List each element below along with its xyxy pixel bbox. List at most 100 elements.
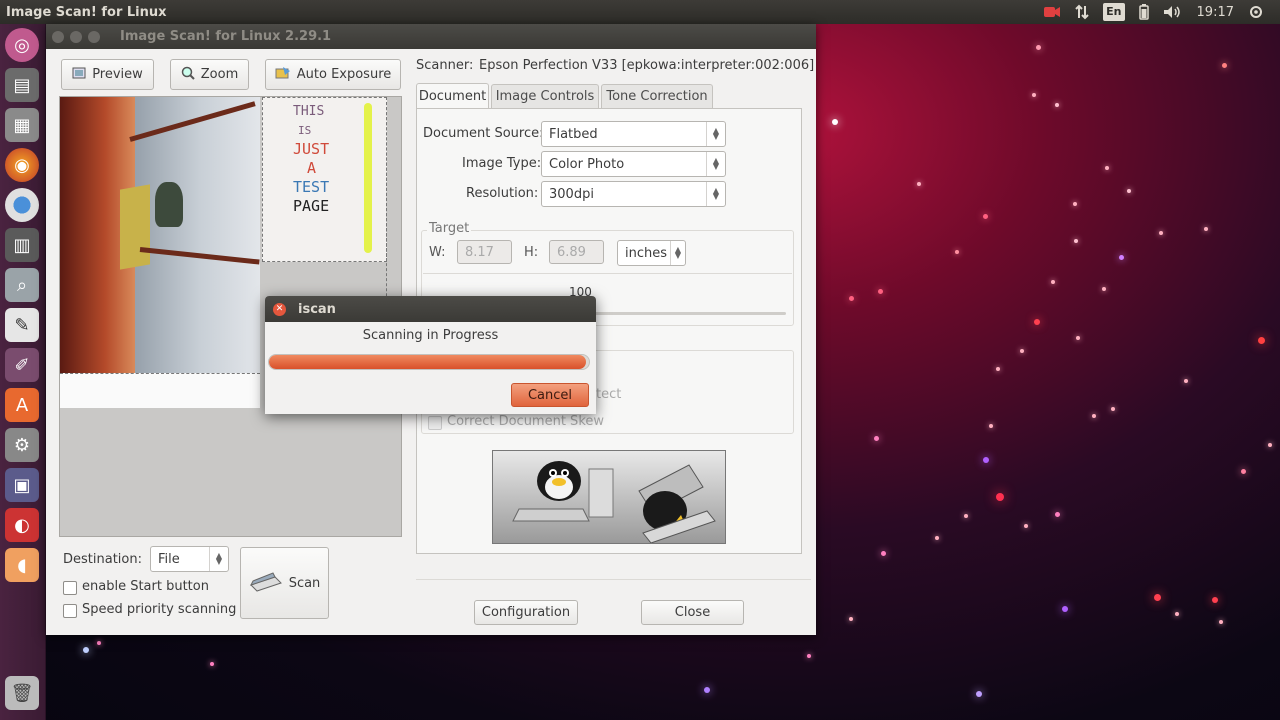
files-icon[interactable]: ▤ [5, 68, 39, 102]
enable-start-label: enable Start button [82, 579, 209, 594]
scan-button[interactable]: Scan [240, 547, 329, 619]
wallpaper-dot [1111, 407, 1115, 411]
wallpaper-dot [1073, 202, 1077, 206]
recording-icon[interactable] [1043, 3, 1061, 21]
unit-select[interactable]: inches ▲ ▼ [617, 240, 686, 266]
wallpaper-dot [704, 687, 710, 693]
wallpaper-dot [210, 662, 214, 666]
destination-select[interactable]: File ▲ ▼ [150, 546, 229, 572]
chevron-updown-icon: ▲ ▼ [209, 547, 228, 571]
volume-icon[interactable] [1163, 3, 1183, 21]
preview-photo-image [60, 97, 260, 407]
image-type-label: Image Type: [462, 156, 542, 171]
window-close-button[interactable] [52, 30, 64, 43]
wallpaper-dot [1240, 468, 1246, 474]
top-panel: Image Scan! for Linux En 19:17 [0, 0, 1280, 24]
wallpaper-dot [996, 493, 1004, 501]
zoom-button[interactable]: Zoom [170, 59, 249, 90]
zoom-icon [181, 66, 195, 84]
media-app-icon[interactable]: ◐ [5, 508, 39, 542]
enable-start-checkbox[interactable] [63, 581, 77, 595]
keyboard-layout-indicator[interactable]: En [1103, 3, 1125, 21]
trash-icon[interactable]: 🗑 [5, 676, 39, 710]
tab-tone-correction-label: Tone Correction [606, 89, 708, 104]
wallpaper-dot [1020, 349, 1024, 353]
close-button[interactable]: Close [641, 600, 744, 625]
wallpaper-dot [1175, 612, 1179, 616]
wallpaper-dot [1105, 166, 1109, 170]
dialog-close-icon[interactable]: ✕ [273, 302, 286, 316]
scanning-progress-dialog: ✕ iscan Scanning in Progress Cancel [265, 296, 596, 414]
document-source-label: Document Source: [423, 126, 544, 141]
wallpaper-dot [1127, 189, 1131, 193]
wallpaper-dot [1268, 443, 1272, 447]
auto-exposure-icon [275, 66, 291, 84]
image-type-value: Color Photo [549, 156, 625, 172]
autodetect-label: tect [596, 387, 622, 402]
wallpaper-dot [1102, 287, 1106, 291]
battery-icon[interactable] [1138, 3, 1149, 21]
resolution-value: 300dpi [549, 186, 594, 202]
correct-skew-checkbox[interactable] [428, 416, 442, 430]
tab-document[interactable]: Document [416, 83, 489, 109]
preview-icon [72, 66, 86, 84]
text-editor-icon[interactable]: ✎ [5, 308, 39, 342]
configuration-label: Configuration [481, 605, 571, 620]
configuration-button[interactable]: Configuration [474, 600, 578, 625]
wallpaper-dot [1054, 511, 1060, 517]
tab-image-controls[interactable]: Image Controls [491, 84, 599, 108]
image-viewer-icon[interactable]: ⌕ [5, 268, 39, 302]
wallpaper-dot [1221, 62, 1227, 68]
resolution-select[interactable]: 300dpi ▲ ▼ [541, 181, 726, 207]
wallpaper-dot [1118, 254, 1124, 260]
clock[interactable]: 19:17 [1197, 3, 1234, 21]
width-input[interactable]: 8.17 [457, 240, 512, 264]
cancel-button[interactable]: Cancel [511, 383, 589, 407]
wallpaper-dot [1035, 44, 1041, 50]
auto-exposure-button[interactable]: Auto Exposure [265, 59, 401, 90]
chevron-updown-icon: ▲ ▼ [706, 122, 725, 146]
image-type-select[interactable]: Color Photo ▲ ▼ [541, 151, 726, 177]
wallpaper-dot [1219, 620, 1223, 624]
scale-slider[interactable] [586, 312, 786, 315]
file-manager-icon[interactable]: ▦ [5, 108, 39, 142]
dash-home-icon[interactable]: ◎ [5, 28, 39, 62]
height-input[interactable]: 6.89 [549, 240, 604, 264]
chrome-icon[interactable] [5, 188, 39, 222]
wallpaper-dot [1034, 319, 1040, 325]
window-maximize-button[interactable] [88, 30, 100, 43]
tab-tone-correction[interactable]: Tone Correction [601, 84, 713, 108]
document-source-select[interactable]: Flatbed ▲ ▼ [541, 121, 726, 147]
indicator-area: En 19:17 [1043, 3, 1280, 21]
speed-priority-checkbox[interactable] [63, 604, 77, 618]
wallpaper-dot [1024, 524, 1028, 528]
paint-brush-icon[interactable]: ✐ [5, 348, 39, 382]
wallpaper-dot [982, 213, 988, 219]
preview-label: Preview [92, 67, 143, 82]
scan-progress-fill [269, 355, 586, 369]
firefox-icon[interactable]: ◉ [5, 148, 39, 182]
unit-value: inches [625, 245, 668, 261]
software-center-icon[interactable]: A [5, 388, 39, 422]
network-icon[interactable] [1075, 3, 1089, 21]
photo-app-icon[interactable]: ◖ [5, 548, 39, 582]
video-editor-icon[interactable]: ▣ [5, 468, 39, 502]
wallpaper-dot [849, 617, 853, 621]
settings-icon[interactable]: ⚙ [5, 428, 39, 462]
resolution-label: Resolution: [466, 186, 539, 201]
scanner-name: Epson Perfection V33 [epkowa:interpreter… [479, 58, 815, 73]
wallpaper-dot [983, 457, 989, 463]
wallpaper-dot [1055, 103, 1059, 107]
scanner-app-icon[interactable]: ▥ [5, 228, 39, 262]
close-label: Close [674, 605, 711, 620]
wallpaper-dot [917, 182, 921, 186]
target-label: Target [427, 221, 472, 236]
power-gear-icon[interactable] [1248, 3, 1264, 21]
wallpaper-dot [1184, 379, 1188, 383]
scanner-icon [249, 569, 283, 597]
wallpaper-dot [1092, 414, 1096, 418]
preview-button[interactable]: Preview [61, 59, 154, 90]
wallpaper-dot [877, 288, 883, 294]
window-minimize-button[interactable] [70, 30, 82, 43]
wallpaper-dot [1212, 597, 1218, 603]
